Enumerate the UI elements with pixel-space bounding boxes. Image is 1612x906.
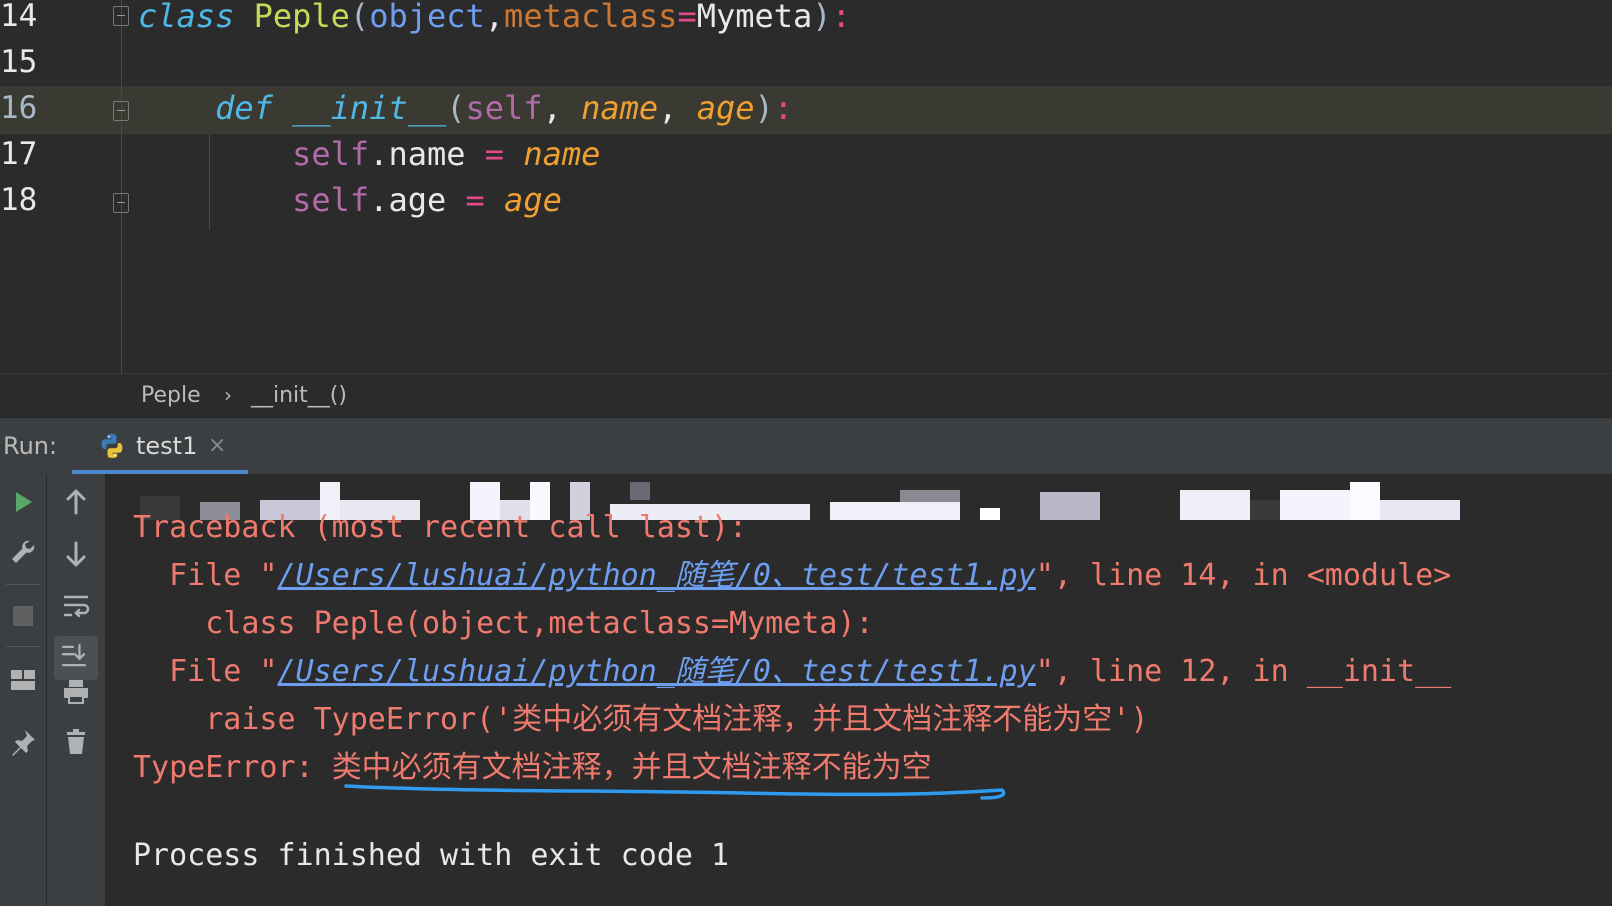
code-token: class	[138, 0, 235, 35]
code-token: .name	[369, 135, 485, 173]
file-path-link[interactable]: /Users/lushuai/python_随笔/0、test/test1.py	[278, 654, 1036, 689]
toolbar-separator	[6, 584, 40, 585]
code-text: class Peple(object,metaclass=Mymeta):	[138, 0, 851, 40]
code-token: ,	[484, 0, 505, 35]
code-token: .age	[369, 181, 466, 219]
trash-icon[interactable]	[56, 722, 96, 762]
file-suffix: ", line 12, in __init__	[1035, 654, 1452, 689]
code-token: =	[677, 0, 697, 35]
run-icon[interactable]	[3, 482, 43, 522]
wrench-icon[interactable]	[3, 532, 43, 572]
code-line[interactable]: 17 self.name = name	[0, 130, 1612, 178]
python-icon	[101, 434, 123, 458]
code-text: def __init__(self, name, age):	[138, 84, 793, 132]
code-token: )	[754, 89, 774, 127]
line-number: 17	[0, 136, 38, 172]
code-token: name	[581, 89, 659, 127]
line-number: 18	[0, 182, 38, 218]
run-toolbar-left	[0, 474, 47, 906]
code-token: Mymeta	[696, 0, 813, 35]
line-number: 16	[0, 90, 38, 126]
toolbar-separator	[6, 646, 40, 647]
run-tool-window-header: Run: test1 ×	[0, 417, 1612, 474]
code-token: ,	[658, 89, 697, 127]
traceback-header: Traceback (most recent call last):	[133, 510, 748, 545]
traceback-code-line-2: raise TypeError('类中必须有文档注释，并且文档注释不能为空')	[133, 702, 1149, 737]
code-token: =	[484, 135, 505, 173]
file-path-link[interactable]: /Users/lushuai/python_随笔/0、test/test1.py	[278, 558, 1036, 593]
line-number: 15	[0, 44, 38, 80]
stop-icon[interactable]	[3, 596, 43, 636]
run-label: Run:	[3, 432, 58, 460]
code-token: :	[831, 0, 851, 35]
code-token: :	[773, 89, 794, 127]
breadcrumb-method[interactable]: __init__()	[251, 374, 347, 417]
pin-icon[interactable]	[3, 722, 43, 762]
code-token: def	[215, 89, 273, 127]
code-token: age	[504, 181, 562, 219]
traceback-file-line-1: File "/Users/lushuai/python_随笔/0、test/te…	[133, 554, 1451, 598]
code-editor[interactable]: 14 class Peple(object,metaclass=Mymeta): 1…	[0, 0, 1612, 373]
annotation-underline	[344, 784, 1006, 800]
soft-wrap-icon[interactable]	[56, 586, 96, 626]
code-line[interactable]: 14 class Peple(object,metaclass=Mymeta):	[0, 0, 1612, 40]
code-token: ,	[542, 89, 582, 127]
up-arrow-icon[interactable]	[56, 482, 96, 522]
code-line[interactable]: 18 self.age = age	[0, 176, 1612, 224]
code-token: self	[292, 181, 370, 219]
code-text: self.age = age	[138, 176, 562, 224]
down-arrow-icon[interactable]	[56, 534, 96, 574]
code-token: )	[812, 0, 832, 35]
console-output[interactable]: Traceback (most recent call last): File …	[106, 474, 1612, 906]
code-token: self	[465, 89, 543, 127]
code-text: self.name = name	[138, 130, 600, 178]
code-token: Peple	[253, 0, 350, 35]
tab-test1[interactable]: test1 ×	[72, 418, 248, 474]
code-token: __init__	[292, 89, 447, 127]
code-token: name	[523, 135, 601, 173]
breadcrumb: Peple › __init__()	[0, 373, 1612, 417]
code-line[interactable]: 15	[0, 38, 1612, 86]
process-exit-line: Process finished with exit code 1	[133, 838, 730, 873]
line-number: 14	[0, 0, 38, 34]
print-icon[interactable]	[56, 672, 96, 712]
code-token: age	[696, 89, 755, 127]
file-prefix: File "	[133, 654, 278, 689]
code-token: object	[369, 0, 485, 35]
code-token: (	[349, 0, 370, 35]
tab-label: test1	[136, 432, 198, 460]
breadcrumb-class[interactable]: Peple	[141, 374, 201, 417]
traceback-file-line-2: File "/Users/lushuai/python_随笔/0、test/te…	[133, 650, 1451, 694]
run-toolbar-right	[47, 474, 106, 906]
error-prefix: TypeError:	[133, 750, 332, 785]
code-token: self	[292, 135, 370, 173]
code-token: =	[465, 181, 485, 219]
close-icon[interactable]: ×	[208, 418, 226, 474]
code-token: (	[446, 89, 466, 127]
code-token: metaclass	[504, 0, 678, 35]
breadcrumb-separator: ›	[224, 383, 232, 407]
layout-icon[interactable]	[3, 660, 43, 700]
traceback-code-line-1: class Peple(object,metaclass=Mymeta):	[133, 606, 874, 641]
code-line[interactable]: 16 def __init__(self, name, age):	[0, 84, 1612, 132]
file-prefix: File "	[133, 558, 278, 593]
file-suffix: ", line 14, in <module>	[1035, 558, 1452, 593]
